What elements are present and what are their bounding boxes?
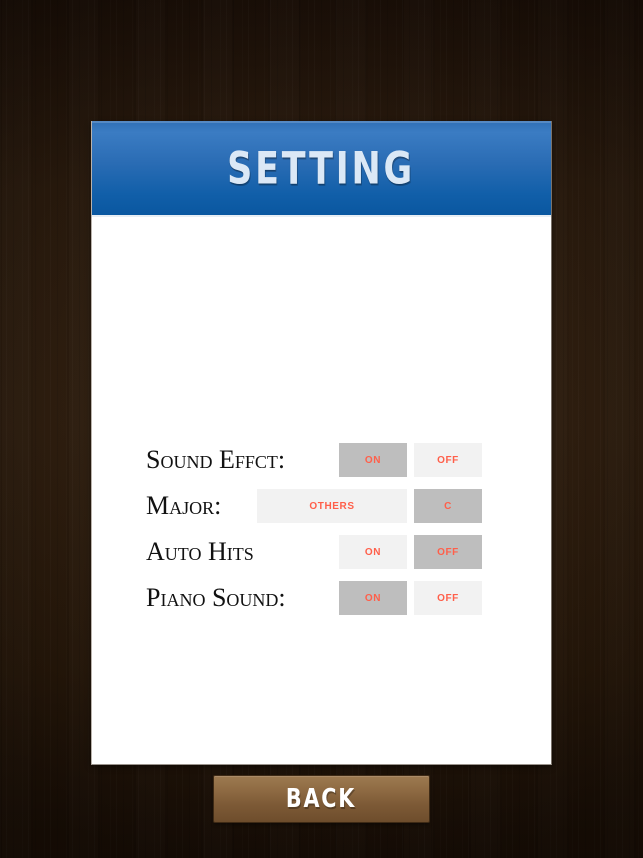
app-root: SETTING Sound Effct: ON OFF Major: OTHERS C Au… bbox=[0, 0, 643, 858]
card-header: SETTING bbox=[92, 121, 551, 217]
settings-row-sound-effct: Sound Effct: ON OFF bbox=[92, 443, 553, 477]
settings-row-label-sound-effct: Sound Effct: bbox=[146, 445, 286, 474]
settings-row-label-major: Major: bbox=[146, 491, 222, 520]
back-button-label: BACK bbox=[286, 784, 357, 814]
option-sound-effct-on[interactable]: ON bbox=[339, 443, 407, 477]
settings-row-options-piano-sound: ON OFF bbox=[339, 581, 482, 615]
settings-row-options-major: OTHERS C bbox=[257, 489, 482, 523]
settings-row-label-auto-hits: Auto Hits bbox=[146, 537, 254, 566]
option-auto-hits-off[interactable]: OFF bbox=[414, 535, 482, 569]
page-title: SETTING bbox=[227, 142, 416, 194]
back-button[interactable]: BACK bbox=[213, 775, 430, 823]
option-piano-sound-off[interactable]: OFF bbox=[414, 581, 482, 615]
option-piano-sound-on[interactable]: ON bbox=[339, 581, 407, 615]
settings-row-auto-hits: Auto Hits ON OFF bbox=[92, 535, 553, 569]
option-major-others[interactable]: OTHERS bbox=[257, 489, 407, 523]
settings-row-piano-sound: Piano Sound: ON OFF bbox=[92, 581, 553, 615]
settings-card: SETTING Sound Effct: ON OFF Major: OTHERS C Au… bbox=[91, 121, 553, 823]
settings-row-label-piano-sound: Piano Sound: bbox=[146, 583, 286, 612]
settings-row-major: Major: OTHERS C bbox=[92, 489, 553, 523]
card-body: Sound Effct: ON OFF Major: OTHERS C Auto Hits O… bbox=[92, 217, 553, 823]
settings-row-options-sound-effct: ON OFF bbox=[339, 443, 482, 477]
option-sound-effct-off[interactable]: OFF bbox=[414, 443, 482, 477]
option-auto-hits-on[interactable]: ON bbox=[339, 535, 407, 569]
settings-row-options-auto-hits: ON OFF bbox=[339, 535, 482, 569]
option-major-c[interactable]: C bbox=[414, 489, 482, 523]
